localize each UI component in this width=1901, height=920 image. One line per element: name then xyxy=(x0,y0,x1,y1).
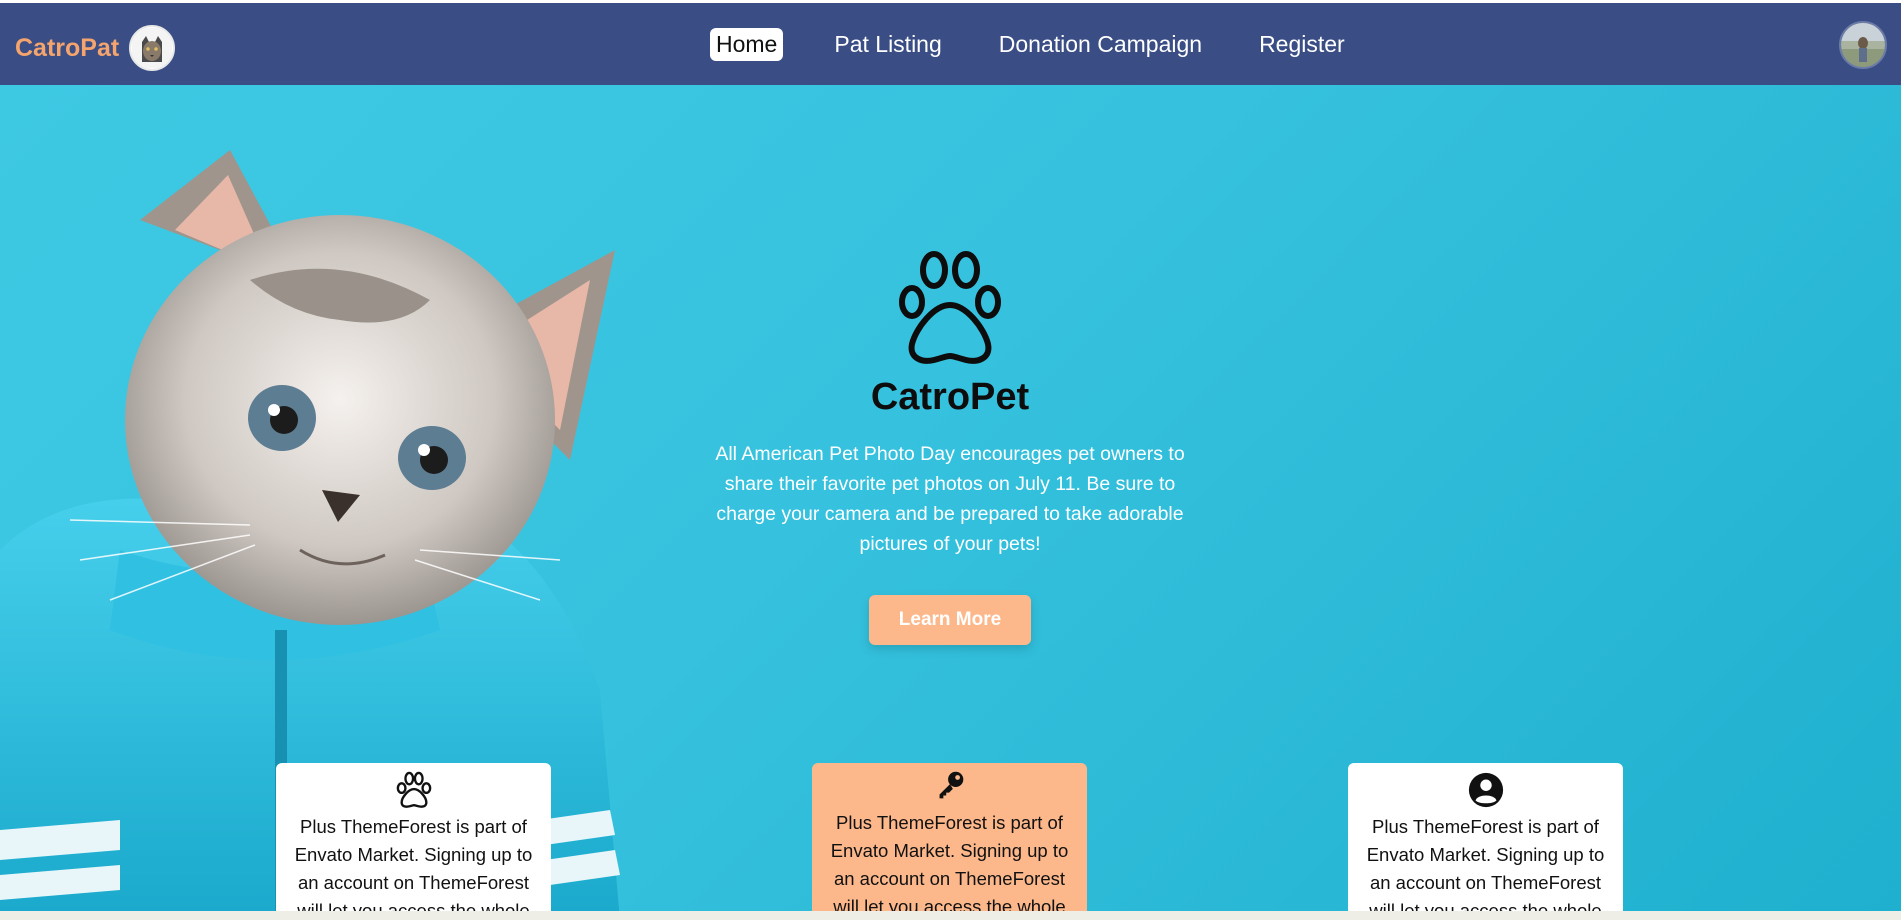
card-text: Plus ThemeForest is part of Envato Marke… xyxy=(294,816,533,911)
hero-title: CatroPet xyxy=(870,376,1030,418)
nav-home[interactable]: Home xyxy=(710,28,784,61)
nav-donation-campaign[interactable]: Donation Campaign xyxy=(993,28,1208,61)
feature-card: Plus ThemeForest is part of Envato Marke… xyxy=(276,763,551,911)
paw-icon xyxy=(899,251,1001,364)
nav-register[interactable]: Register xyxy=(1253,28,1351,61)
hero-description: All American Pet Photo Day encourages pe… xyxy=(715,443,1185,555)
brand-name: CatroPat xyxy=(15,33,120,62)
learn-more-button[interactable]: Learn More xyxy=(868,595,1032,645)
nav-links: Home Pat Listing Donation Campaign Regis… xyxy=(710,28,1396,61)
feature-card: Plus ThemeForest is part of Envato Marke… xyxy=(1348,763,1623,911)
feature-card: Plus ThemeForest is part of Envato Marke… xyxy=(812,763,1087,911)
brand-logo-cat xyxy=(129,25,176,71)
hero-content: CatroPet All American Pet Photo Day enco… xyxy=(700,250,1200,645)
window-bottom-edge xyxy=(0,911,1901,920)
card-text: Plus ThemeForest is part of Envato Marke… xyxy=(830,812,1069,911)
card-text: Plus ThemeForest is part of Envato Marke… xyxy=(1366,816,1605,911)
key-icon xyxy=(939,771,963,799)
nav-pat-listing[interactable]: Pat Listing xyxy=(828,28,947,61)
user-avatar[interactable] xyxy=(1839,21,1887,69)
user-icon xyxy=(1468,772,1503,808)
navbar: CatroPat Home Pat Listing Donation Campa… xyxy=(0,3,1901,85)
paw-icon xyxy=(396,771,431,808)
hero-section: CatroPet All American Pet Photo Day enco… xyxy=(0,85,1901,911)
brand[interactable]: CatroPat xyxy=(15,25,176,71)
